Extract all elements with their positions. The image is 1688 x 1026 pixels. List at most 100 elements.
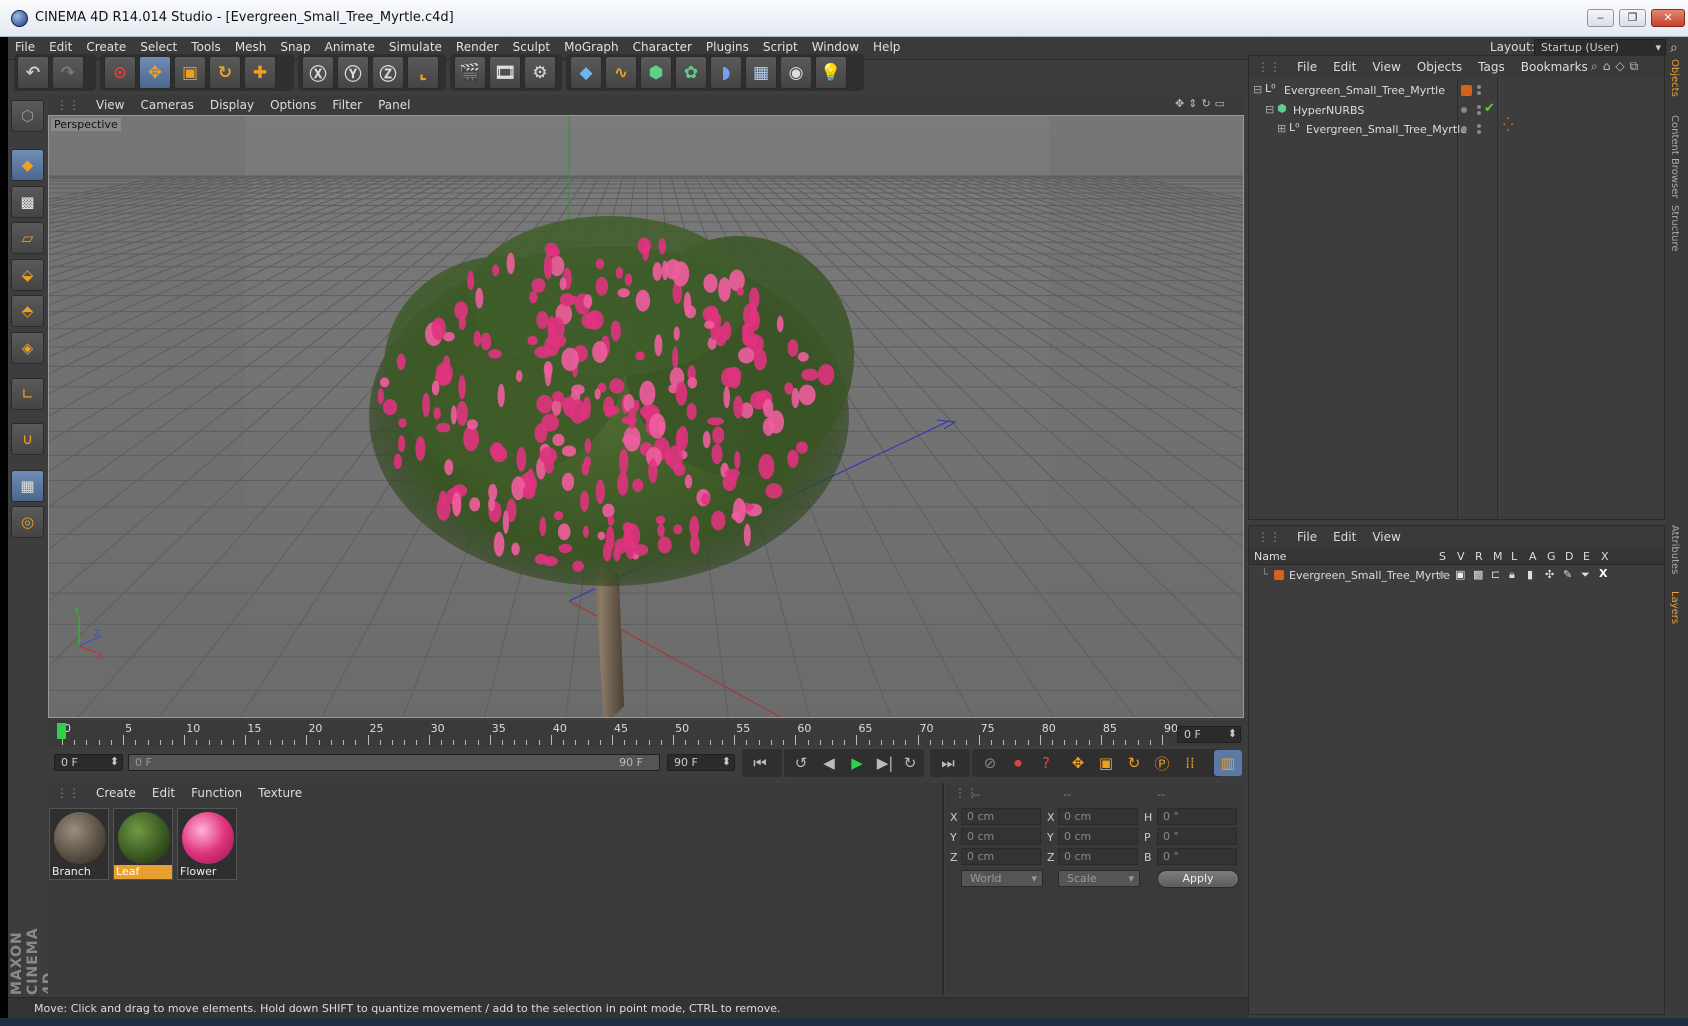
layer-col-v[interactable]: V [1457, 550, 1465, 563]
pan-icon[interactable]: ✥ [1175, 97, 1188, 110]
x-axis-lock-icon[interactable]: Ⓧ [302, 56, 334, 89]
layer-color-swatch[interactable] [1274, 570, 1284, 580]
rotate-icon[interactable]: ↻ [209, 56, 241, 89]
make-editable-icon[interactable]: ⬡ [11, 100, 44, 132]
layer-col-g[interactable]: G [1547, 550, 1556, 563]
layer-expressions-icon[interactable]: ⏷ [1581, 568, 1590, 582]
render-visibility-dot[interactable] [1477, 111, 1481, 115]
nurbs-icon[interactable]: ⬢ [640, 56, 672, 89]
snap-icon[interactable]: ▦ [11, 470, 44, 502]
render-picture-viewer-icon[interactable]: 🎞 [489, 56, 521, 89]
coord-rot-b-field[interactable]: 0 ° [1157, 848, 1237, 865]
expand-toggle-icon[interactable]: ⊞ [1277, 122, 1286, 135]
om-menu-file[interactable]: File [1289, 56, 1325, 74]
material-branch[interactable]: Branch [49, 808, 109, 880]
om-menu-view[interactable]: View [1364, 56, 1408, 74]
timeline-window-icon[interactable]: ▥ [1214, 750, 1242, 776]
coord-pos-z-field[interactable]: 0 cm [961, 848, 1041, 865]
material-menu-edit[interactable]: Edit [144, 783, 183, 800]
cube-icon[interactable]: ◆ [570, 56, 602, 89]
key-pla-icon[interactable]: ⁞⁞ [1176, 750, 1204, 776]
model-mode-icon[interactable]: ◆ [11, 149, 44, 181]
coord-size-x-field[interactable]: 0 cm [1058, 808, 1138, 825]
coord-pos-y-field[interactable]: 0 cm [961, 828, 1041, 845]
go-to-start-icon[interactable]: ⏮ [746, 750, 774, 776]
end-frame-field[interactable]: 90 F ⬍ [667, 754, 735, 771]
minimize-button[interactable]: ‒ [1587, 9, 1614, 27]
layer-col-name[interactable]: Name [1254, 550, 1286, 563]
layer-lock-icon[interactable]: 🔒︎ [1509, 568, 1515, 582]
menu-help[interactable]: Help [866, 37, 907, 60]
om-menu-bookmarks[interactable]: Bookmarks [1513, 56, 1596, 74]
layer-manager-icon[interactable]: ⊏ [1491, 568, 1500, 581]
material-menu-function[interactable]: Function [183, 783, 250, 800]
locked-workplane-icon[interactable]: ◎ [11, 506, 44, 538]
maximize-button[interactable]: ❐ [1619, 9, 1646, 27]
viewport-menu-filter[interactable]: Filter [324, 95, 370, 112]
key-position-icon[interactable]: ✥ [1064, 750, 1092, 776]
tab-structure[interactable]: Structure [1669, 205, 1680, 252]
go-to-end-icon[interactable]: ⏭ [934, 750, 962, 776]
coord-rot-h-field[interactable]: 0 ° [1157, 808, 1237, 825]
undo-icon[interactable]: ↶ [17, 56, 49, 89]
collapse-toggle-icon[interactable]: ⊟ [1253, 83, 1262, 96]
spline-icon[interactable]: ∿ [605, 56, 637, 89]
viewport-menu-panel[interactable]: Panel [370, 95, 418, 112]
y-axis-lock-icon[interactable]: Ⓨ [337, 56, 369, 89]
om-menu-objects[interactable]: Objects [1409, 56, 1470, 74]
next-frame-icon[interactable]: ▶| [871, 750, 899, 776]
layer-generators-icon[interactable]: ✣ [1545, 568, 1554, 581]
render-view-icon[interactable]: 🎬 [454, 56, 486, 89]
render-visibility-dot[interactable] [1477, 91, 1481, 95]
layer-col-d[interactable]: D [1565, 550, 1573, 563]
layer-col-s[interactable]: S [1439, 550, 1446, 563]
add-move-icon[interactable]: ✚ [244, 56, 276, 89]
tweak-mode-icon[interactable]: ∪ [11, 423, 44, 455]
redo-icon[interactable]: ↷ [52, 56, 84, 89]
polygons-mode-icon[interactable]: ◈ [11, 332, 44, 364]
key-scale-icon[interactable]: ▣ [1092, 750, 1120, 776]
layer-col-m[interactable]: M [1493, 550, 1503, 563]
viewport-menu-display[interactable]: Display [202, 95, 262, 112]
floor-icon[interactable]: ▦ [745, 56, 777, 89]
layer-render-icon[interactable]: ▩ [1473, 568, 1483, 581]
tab-content-browser[interactable]: Content Browser [1669, 115, 1680, 198]
coord-mode-dropdown[interactable]: Scale ▾ [1058, 870, 1140, 887]
layer-row[interactable]: └ Evergreen_Small_Tree_Myrtle ▣ ▩ ⊏ 🔒︎ ▮… [1249, 566, 1664, 585]
layer-deformers-icon[interactable]: ✎ [1563, 568, 1572, 581]
key-parameter-icon[interactable]: Ⓟ [1148, 750, 1176, 776]
om-menu-edit[interactable]: Edit [1325, 56, 1364, 74]
editor-visibility-dot[interactable] [1477, 85, 1481, 89]
autokey-icon[interactable]: ⏺ [1004, 750, 1032, 776]
current-frame-field[interactable]: 0 F ⬍ [1177, 726, 1241, 743]
search-icon[interactable]: ⌕ [1591, 59, 1603, 73]
material-tags-icon[interactable]: ⁛ [1503, 118, 1513, 133]
layer-dot[interactable] [1461, 126, 1467, 132]
record-position-icon[interactable]: ⊘ [976, 750, 1004, 776]
collapse-toggle-icon[interactable]: ⊟ [1265, 103, 1274, 116]
editor-visibility-dot[interactable] [1477, 124, 1481, 128]
coord-pos-x-field[interactable]: 0 cm [961, 808, 1041, 825]
viewport-menu-view[interactable]: View [88, 95, 132, 112]
material-menu-create[interactable]: Create [88, 783, 144, 800]
coord-size-y-field[interactable]: 0 cm [1058, 828, 1138, 845]
keyframe-selection-icon[interactable]: ? [1032, 750, 1060, 776]
zoom-icon[interactable]: ⇕ [1188, 97, 1201, 110]
coordinate-system-icon[interactable]: ⌞ [407, 56, 439, 89]
orbit-icon[interactable]: ↻ [1201, 97, 1214, 110]
key-rotation-icon[interactable]: ↻ [1120, 750, 1148, 776]
om-menu-tags[interactable]: Tags [1470, 56, 1513, 74]
layer-color-swatch[interactable] [1461, 85, 1472, 96]
coord-size-z-field[interactable]: 0 cm [1058, 848, 1138, 865]
layer-dot[interactable] [1461, 107, 1467, 113]
lm-menu-edit[interactable]: Edit [1325, 526, 1364, 544]
previous-key-icon[interactable]: ↺ [787, 750, 815, 776]
layer-col-l[interactable]: L [1511, 550, 1517, 563]
live-selection-icon[interactable]: ⊙ [104, 56, 136, 89]
tab-objects[interactable]: Objects [1669, 59, 1680, 97]
apply-button[interactable]: Apply [1157, 870, 1239, 888]
lm-menu-file[interactable]: File [1289, 526, 1325, 544]
lm-menu-view[interactable]: View [1364, 526, 1408, 544]
toggle-view-icon[interactable]: ▭ [1215, 97, 1229, 110]
layer-col-e[interactable]: E [1583, 550, 1590, 563]
